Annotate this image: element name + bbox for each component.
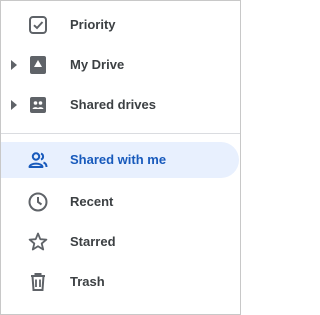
trash-icon: [31, 273, 45, 291]
clock-icon: [28, 192, 48, 212]
star-icon: [28, 232, 48, 251]
shared-with-me-icon: [28, 152, 48, 168]
nav-item-my-drive[interactable]: My Drive: [1, 47, 239, 83]
shared-drives-icon: [30, 97, 46, 113]
nav-item-shared-with-me[interactable]: Shared with me: [1, 142, 239, 178]
nav-item-label: Starred: [70, 234, 116, 249]
expand-arrow-icon[interactable]: [9, 99, 19, 111]
section-divider: [1, 133, 240, 134]
nav-item-starred[interactable]: Starred: [1, 224, 239, 260]
my-drive-icon: [30, 56, 46, 74]
nav-item-label: Priority: [70, 17, 116, 32]
priority-check-icon: [29, 16, 47, 34]
nav-item-trash[interactable]: Trash: [1, 264, 239, 300]
drive-nav-panel: Priority My Drive Shared drives Shared w…: [0, 0, 241, 315]
nav-item-priority[interactable]: Priority: [1, 7, 239, 43]
nav-item-label: Shared with me: [70, 152, 167, 167]
nav-item-label: Shared drives: [70, 97, 156, 112]
nav-item-recent[interactable]: Recent: [1, 184, 239, 220]
nav-item-label: Recent: [70, 194, 114, 209]
nav-item-shared-drives[interactable]: Shared drives: [1, 87, 239, 123]
nav-item-label: My Drive: [70, 57, 125, 72]
expand-arrow-icon[interactable]: [9, 59, 19, 71]
nav-item-label: Trash: [70, 274, 105, 289]
